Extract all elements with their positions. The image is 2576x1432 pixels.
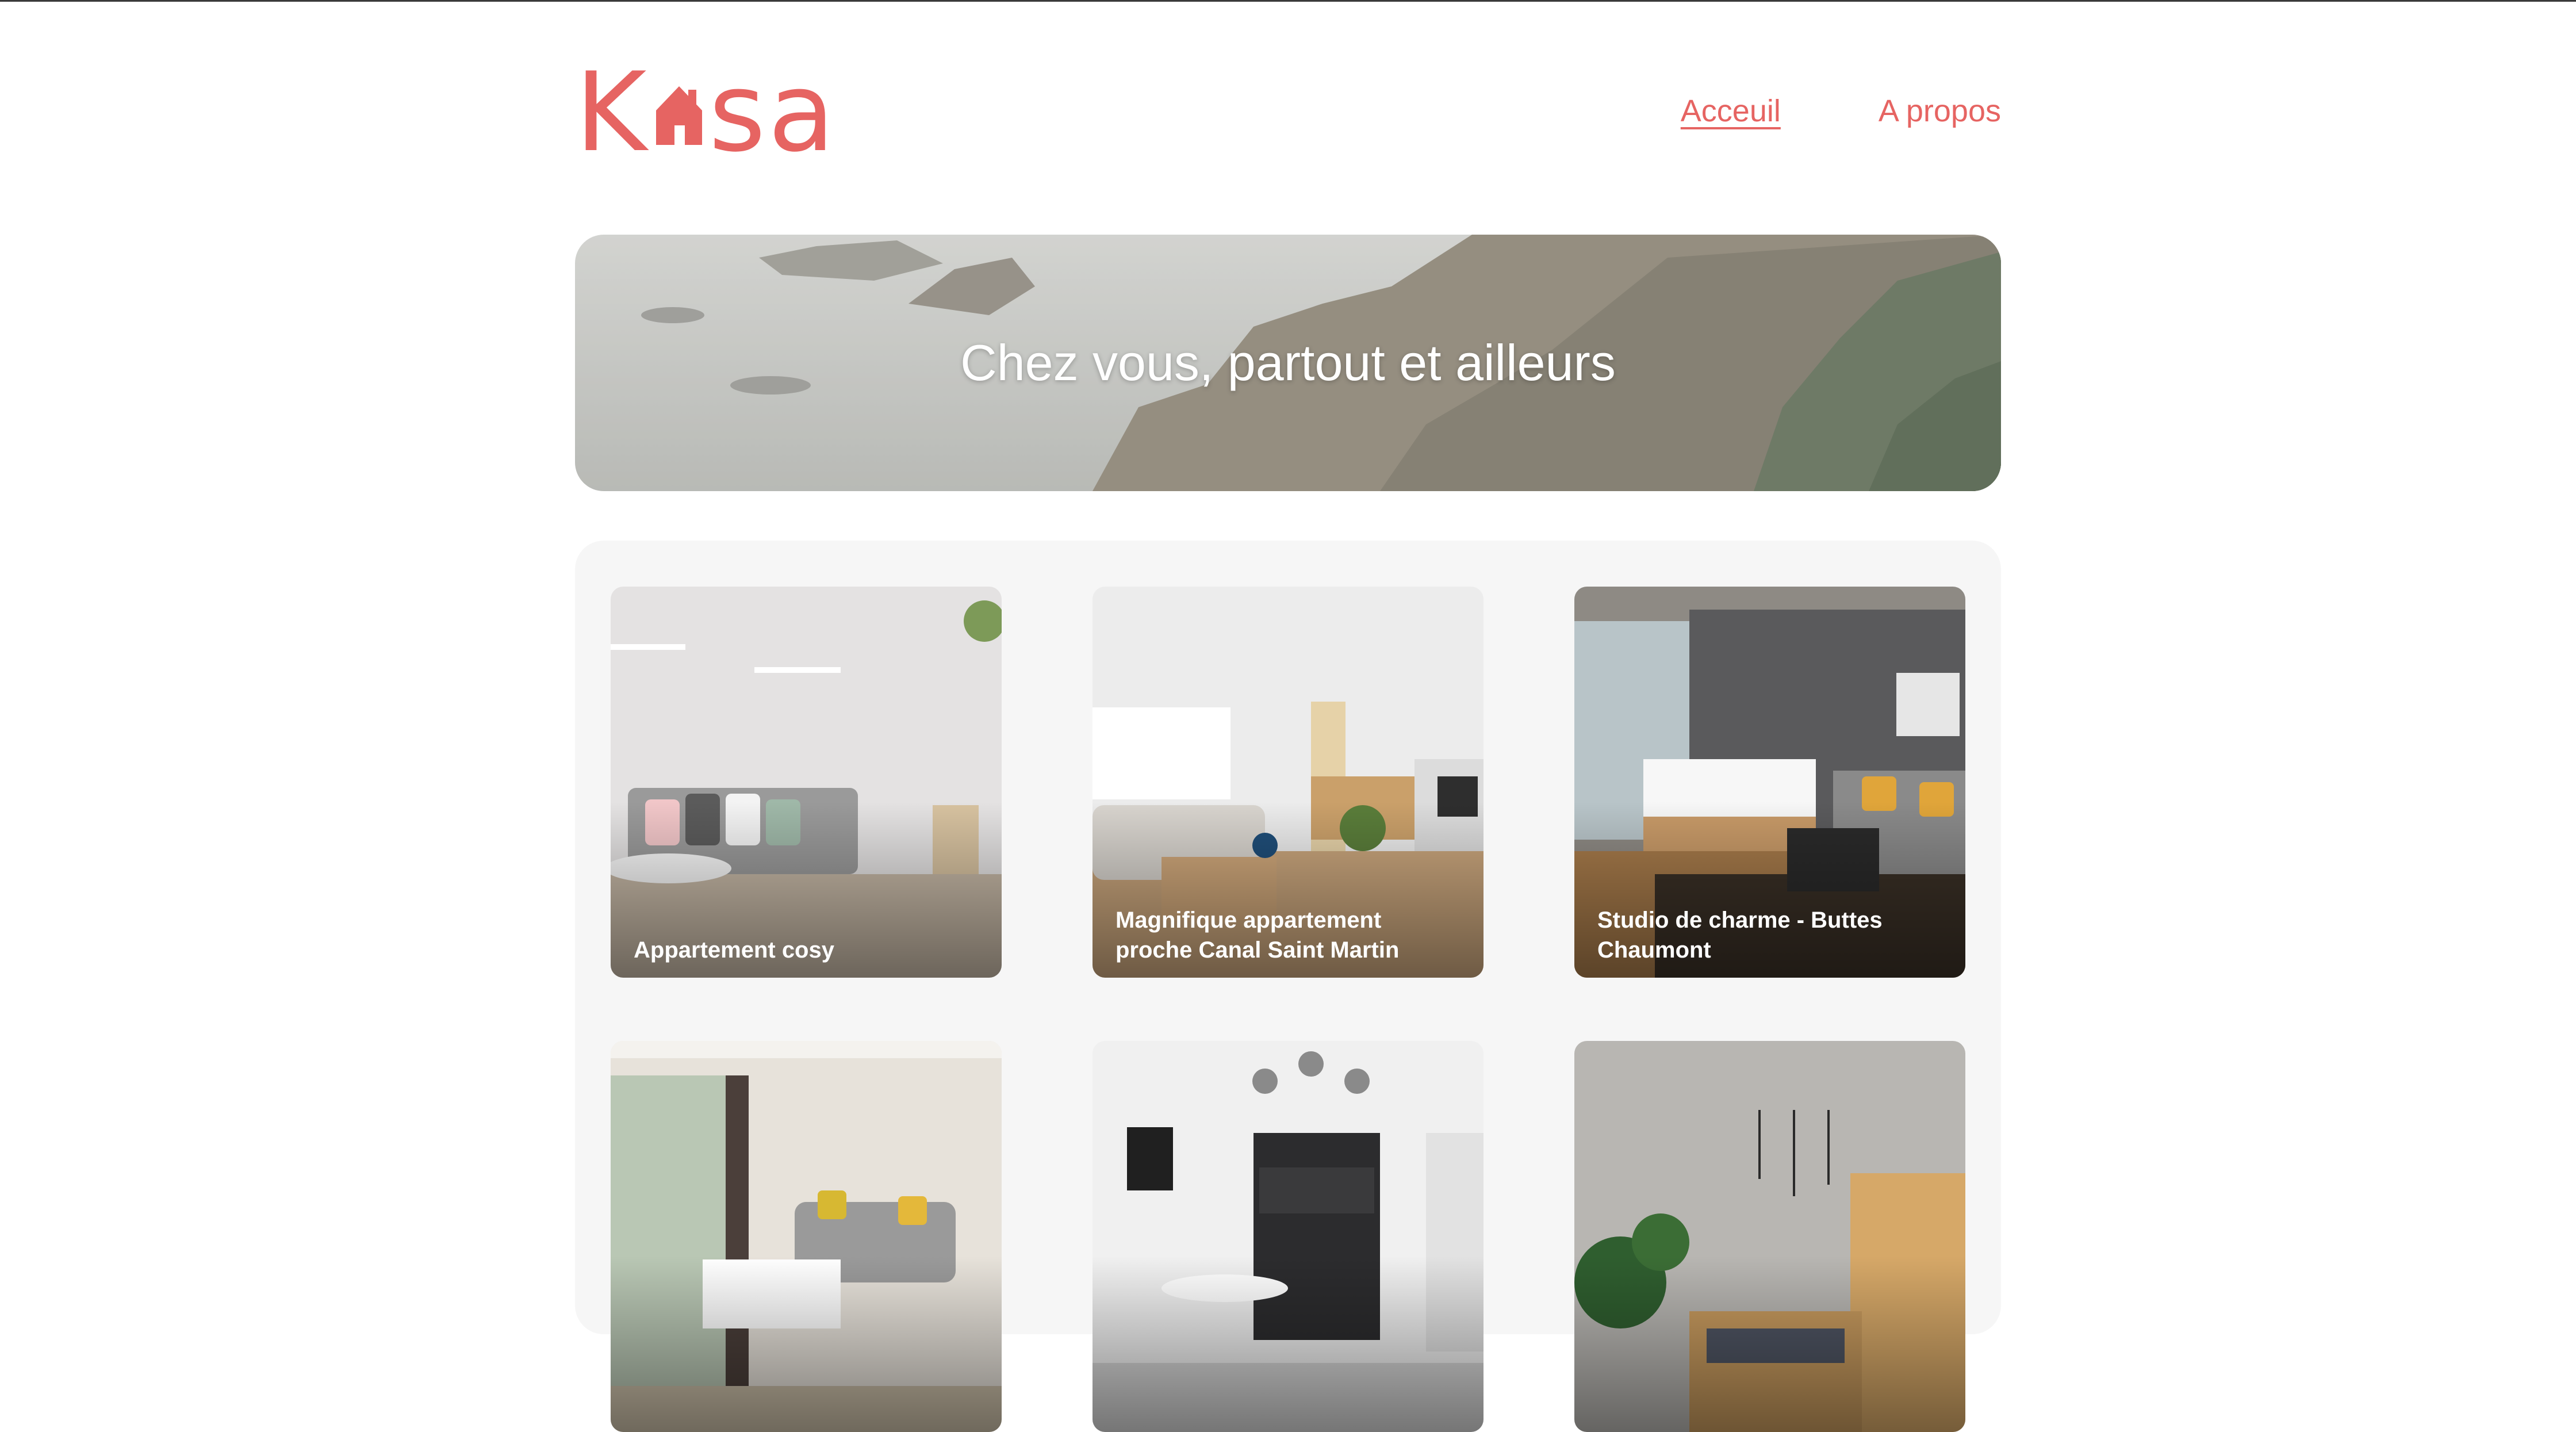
listing-card[interactable]: Magnifique appartement proche Canal Sain… [1092,587,1483,978]
listing-card[interactable]: Studio de charme - Buttes Chaumont [1574,587,1965,978]
kasa-logo[interactable]: K sa [575,49,838,176]
nav-link-acceuil[interactable]: Acceuil [1681,93,1781,129]
logo-letters-sa: sa [708,49,838,176]
logo-letter-k: K [575,49,649,176]
card-shade [1092,1041,1483,1432]
card-shade [1574,1041,1965,1432]
hero-banner: Chez vous, partout et ailleurs [575,235,2001,491]
card-shade [611,587,1002,978]
listing-card[interactable] [1092,1041,1483,1432]
listing-card[interactable]: Appartement cosy [611,587,1002,978]
window-top-border [0,0,2576,2]
nav-link-a-propos[interactable]: A propos [1879,93,2001,129]
listing-card[interactable] [1574,1041,1965,1432]
site-header: K sa Acceuil A propos [575,49,2001,176]
listings-gallery: Appartement cosy Magnifique appartement … [575,541,2001,1432]
banner-title: Chez vous, partout et ailleurs [960,334,1616,391]
listing-card[interactable] [611,1041,1002,1432]
main-nav: Acceuil A propos [1681,93,2001,129]
listing-title: Appartement cosy [634,937,834,963]
house-icon [656,86,702,145]
card-shade [611,1041,1002,1432]
listing-title: Studio de charme - Buttes Chaumont [1597,908,1883,963]
listing-title: Magnifique appartement proche Canal Sain… [1116,908,1400,963]
